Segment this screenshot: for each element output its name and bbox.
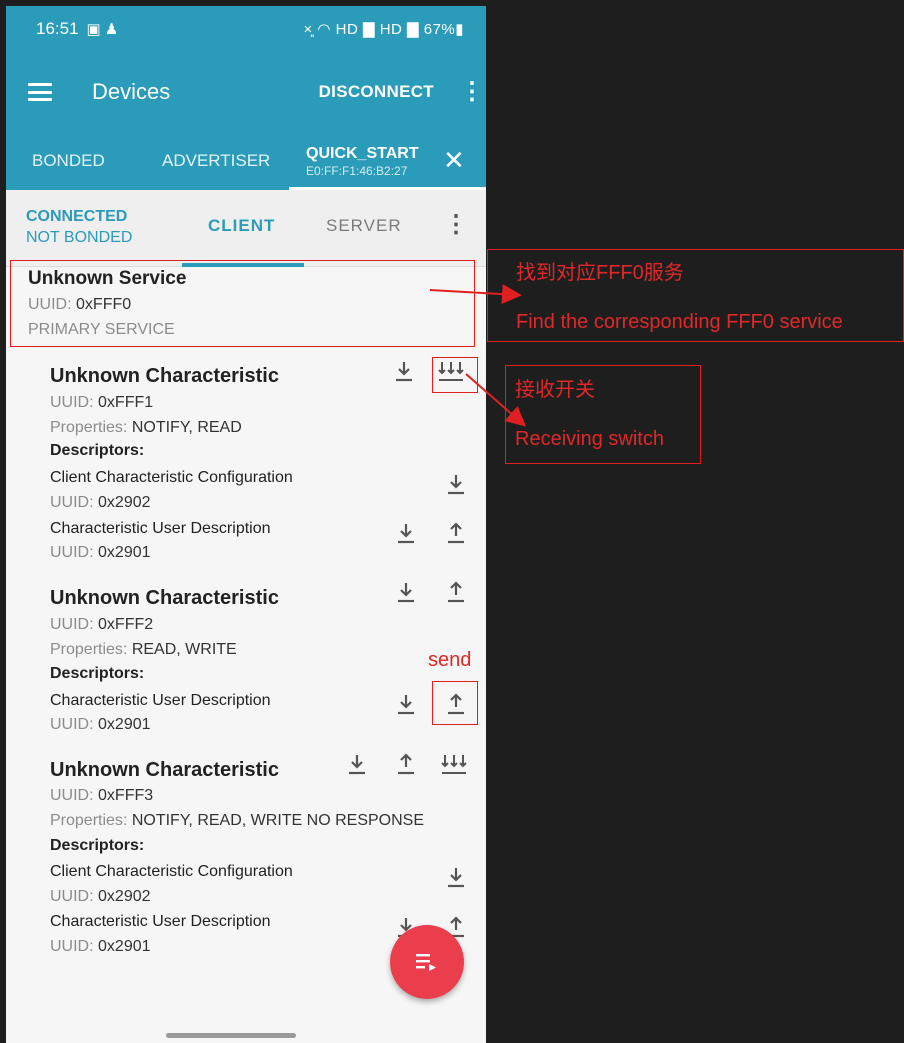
annotation-arrows bbox=[429, 284, 527, 427]
switch-arrow bbox=[465, 373, 527, 427]
service-arrow bbox=[429, 284, 522, 305]
